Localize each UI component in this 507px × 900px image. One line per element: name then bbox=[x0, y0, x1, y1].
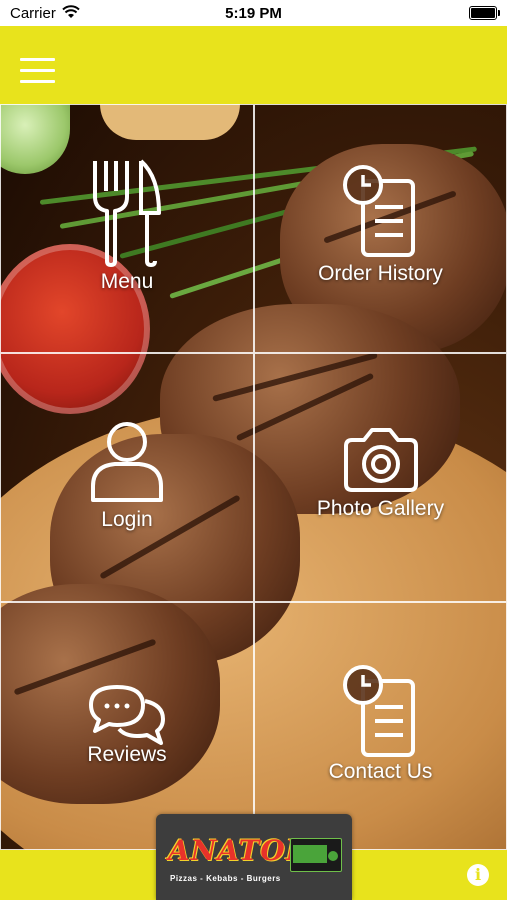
tile-reviews-label: Reviews bbox=[87, 743, 167, 766]
app-header bbox=[0, 26, 507, 104]
tile-photo-gallery[interactable]: Photo Gallery bbox=[254, 353, 507, 602]
tile-photo-gallery-label: Photo Gallery bbox=[316, 497, 445, 520]
hamburger-icon[interactable] bbox=[20, 58, 55, 84]
cutlery-icon bbox=[93, 159, 161, 267]
user-icon bbox=[91, 422, 163, 502]
tile-contact-us-label: Contact Us bbox=[328, 760, 433, 783]
chat-bubbles-icon bbox=[89, 685, 165, 745]
tile-order-history[interactable]: Order History bbox=[254, 104, 507, 353]
status-bar: Carrier 5:19 PM bbox=[0, 0, 507, 26]
tile-login-label: Login bbox=[101, 508, 153, 531]
navigation-grid: Menu Order History Login Photo Gallery R… bbox=[0, 104, 507, 850]
tile-contact-us[interactable]: Contact Us bbox=[254, 602, 507, 850]
tile-menu[interactable]: Menu bbox=[0, 104, 254, 353]
tile-reviews[interactable]: Reviews bbox=[0, 602, 254, 850]
anatolia-logo: ANATOLIA Pizzas - Kebabs - Burgers bbox=[156, 814, 352, 900]
clock-time: 5:19 PM bbox=[225, 5, 282, 22]
hygiene-rating-score bbox=[328, 851, 338, 861]
food-hygiene-rating-badge bbox=[290, 838, 342, 872]
clock-document-icon bbox=[342, 665, 415, 757]
battery-icon bbox=[469, 6, 500, 20]
camera-icon bbox=[343, 428, 418, 492]
clock-document-icon bbox=[342, 165, 415, 257]
tile-menu-label: Menu bbox=[100, 270, 154, 293]
info-icon[interactable]: i bbox=[467, 864, 489, 886]
hygiene-rating-scale bbox=[293, 845, 327, 863]
tile-order-history-label: Order History bbox=[318, 262, 443, 285]
logo-tagline: Pizzas - Kebabs - Burgers bbox=[170, 874, 281, 883]
tile-login[interactable]: Login bbox=[0, 353, 254, 602]
